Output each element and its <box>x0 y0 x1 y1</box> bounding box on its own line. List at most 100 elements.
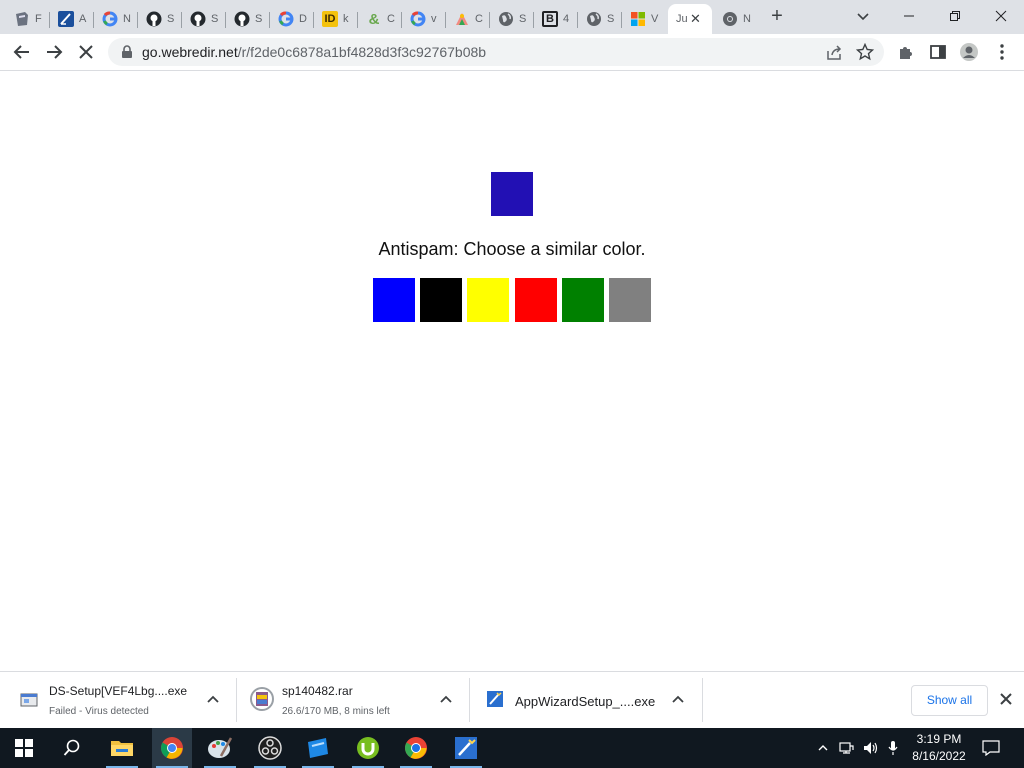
browser-tab[interactable]: v <box>402 4 446 34</box>
download-item[interactable]: DS-Setup[VEF4Lbg....exe Failed - Virus d… <box>20 678 226 724</box>
search-icon[interactable] <box>52 728 92 768</box>
chevron-up-icon[interactable] <box>438 692 454 708</box>
url-path: /r/f2de0c6878a1bf4828d3f3c92767b08b <box>237 44 487 60</box>
paint-icon[interactable] <box>200 728 240 768</box>
download-filename: sp140482.rar <box>282 684 353 698</box>
url-text[interactable]: go.webredir.net/r/f2de0c6878a1bf4828d3f3… <box>142 44 486 60</box>
ampersand-icon: & <box>368 10 380 28</box>
download-progress-status: 26.6/170 MB, 8 mins left <box>282 706 390 717</box>
color-choice-yellow[interactable] <box>467 278 509 322</box>
color-choice-green[interactable] <box>562 278 604 322</box>
globe-icon <box>498 11 514 27</box>
tab-strip: F A N S S S D ID k & C v C S B 4 S V Ju … <box>0 0 1024 34</box>
restore-button[interactable] <box>932 0 978 32</box>
download-item[interactable]: AppWizardSetup_....exe <box>486 678 692 724</box>
tab-title: D <box>299 13 307 25</box>
browser-tab[interactable]: S <box>138 4 182 34</box>
address-bar[interactable]: go.webredir.net/r/f2de0c6878a1bf4828d3f3… <box>108 38 884 66</box>
browser-tab[interactable]: A <box>50 4 94 34</box>
new-tab-button[interactable]: + <box>766 6 788 28</box>
color-choice-gray[interactable] <box>609 278 651 322</box>
browser-toolbar: go.webredir.net/r/f2de0c6878a1bf4828d3f3… <box>0 34 1024 71</box>
tab-title: N <box>743 13 751 25</box>
browser-tab-active[interactable]: Ju ✕ <box>668 4 712 34</box>
colorful-app-icon <box>454 11 470 27</box>
tab-title: Ju <box>676 13 688 25</box>
browser-tab[interactable]: & C <box>358 4 402 34</box>
download-item[interactable]: sp140482.rar 26.6/170 MB, 8 mins left <box>250 678 458 724</box>
browser-tab[interactable]: B 4 <box>534 4 578 34</box>
browser-tab[interactable]: S <box>578 4 622 34</box>
target-color-swatch <box>491 172 533 216</box>
system-clock[interactable]: 3:19 PM 8/16/2022 <box>900 731 978 765</box>
bookmark-star-icon[interactable] <box>855 42 875 61</box>
tab-title: S <box>607 13 615 25</box>
tab-title: N <box>123 13 131 25</box>
google-icon <box>410 11 426 27</box>
network-icon[interactable] <box>836 728 856 768</box>
app-wizard-icon[interactable] <box>446 728 486 768</box>
start-icon[interactable] <box>4 728 44 768</box>
browser-tab[interactable]: N <box>714 4 758 34</box>
installer-icon <box>20 691 40 711</box>
obs-icon[interactable] <box>250 728 290 768</box>
browser-tab[interactable]: V <box>622 4 666 34</box>
windows-taskbar: 3:19 PM 8/16/2022 <box>0 728 1024 768</box>
close-download-shelf-icon[interactable] <box>998 691 1014 707</box>
tab-title: 4 <box>563 13 570 25</box>
github-icon <box>234 11 250 27</box>
minimize-button[interactable] <box>886 0 932 32</box>
tab-title: S <box>211 13 219 25</box>
bold-b-icon: B <box>542 11 558 27</box>
forward-icon[interactable] <box>44 42 64 62</box>
menu-kebab-icon[interactable] <box>992 42 1012 62</box>
browser-tab[interactable]: N <box>94 4 138 34</box>
browser-tab[interactable]: S <box>490 4 534 34</box>
browser-tab[interactable]: S <box>226 4 270 34</box>
color-choice-black[interactable] <box>420 278 462 322</box>
sketch-app-icon <box>58 11 74 27</box>
tab-title: V <box>651 13 659 25</box>
color-choice-blue[interactable] <box>373 278 415 322</box>
tab-title: S <box>167 13 175 25</box>
antispam-prompt: Antispam: Choose a similar color. <box>378 239 646 259</box>
close-tab-icon[interactable]: ✕ <box>690 11 701 27</box>
chrome-color-icon[interactable] <box>396 728 436 768</box>
chevron-up-icon[interactable] <box>205 692 221 708</box>
close-window-button[interactable] <box>978 0 1024 32</box>
chevron-up-icon[interactable] <box>670 692 686 708</box>
share-icon[interactable] <box>825 44 843 62</box>
browser-tab[interactable]: D <box>270 4 314 34</box>
page-content: Antispam: Choose a similar color. <box>0 71 1024 671</box>
browser-tab[interactable]: S <box>182 4 226 34</box>
side-panel-icon[interactable] <box>928 42 948 62</box>
notifications-icon[interactable] <box>980 728 1002 768</box>
profile-avatar-icon[interactable] <box>959 42 979 62</box>
pdf-doc-icon <box>14 11 30 27</box>
download-filename: DS-Setup[VEF4Lbg....exe <box>49 684 188 698</box>
chrome-icon[interactable] <box>152 728 192 768</box>
volume-icon[interactable] <box>860 728 882 768</box>
show-all-downloads-button[interactable]: Show all <box>911 685 988 716</box>
tab-title: S <box>519 13 527 25</box>
browser-tab[interactable]: F <box>6 4 50 34</box>
lock-icon[interactable] <box>120 45 134 59</box>
tray-overflow-chevron-icon[interactable] <box>814 728 832 768</box>
blue-app-icon[interactable] <box>298 728 338 768</box>
chromium-icon <box>722 11 738 27</box>
download-status: Failed - Virus detected <box>49 706 149 717</box>
back-icon[interactable] <box>12 42 32 62</box>
google-icon <box>278 11 294 27</box>
winrar-icon <box>250 687 274 711</box>
tab-title: S <box>255 13 263 25</box>
browser-tab[interactable]: ID k <box>314 4 358 34</box>
utorrent-icon[interactable] <box>348 728 388 768</box>
file-explorer-icon[interactable] <box>102 728 142 768</box>
tab-title: k <box>343 13 349 25</box>
color-choice-red[interactable] <box>515 278 557 322</box>
extensions-puzzle-icon[interactable] <box>896 42 916 62</box>
browser-tab[interactable]: C <box>446 4 490 34</box>
stop-loading-icon[interactable] <box>76 42 96 62</box>
download-shelf: DS-Setup[VEF4Lbg....exe Failed - Virus d… <box>0 671 1024 728</box>
tab-search-icon[interactable] <box>853 6 873 26</box>
